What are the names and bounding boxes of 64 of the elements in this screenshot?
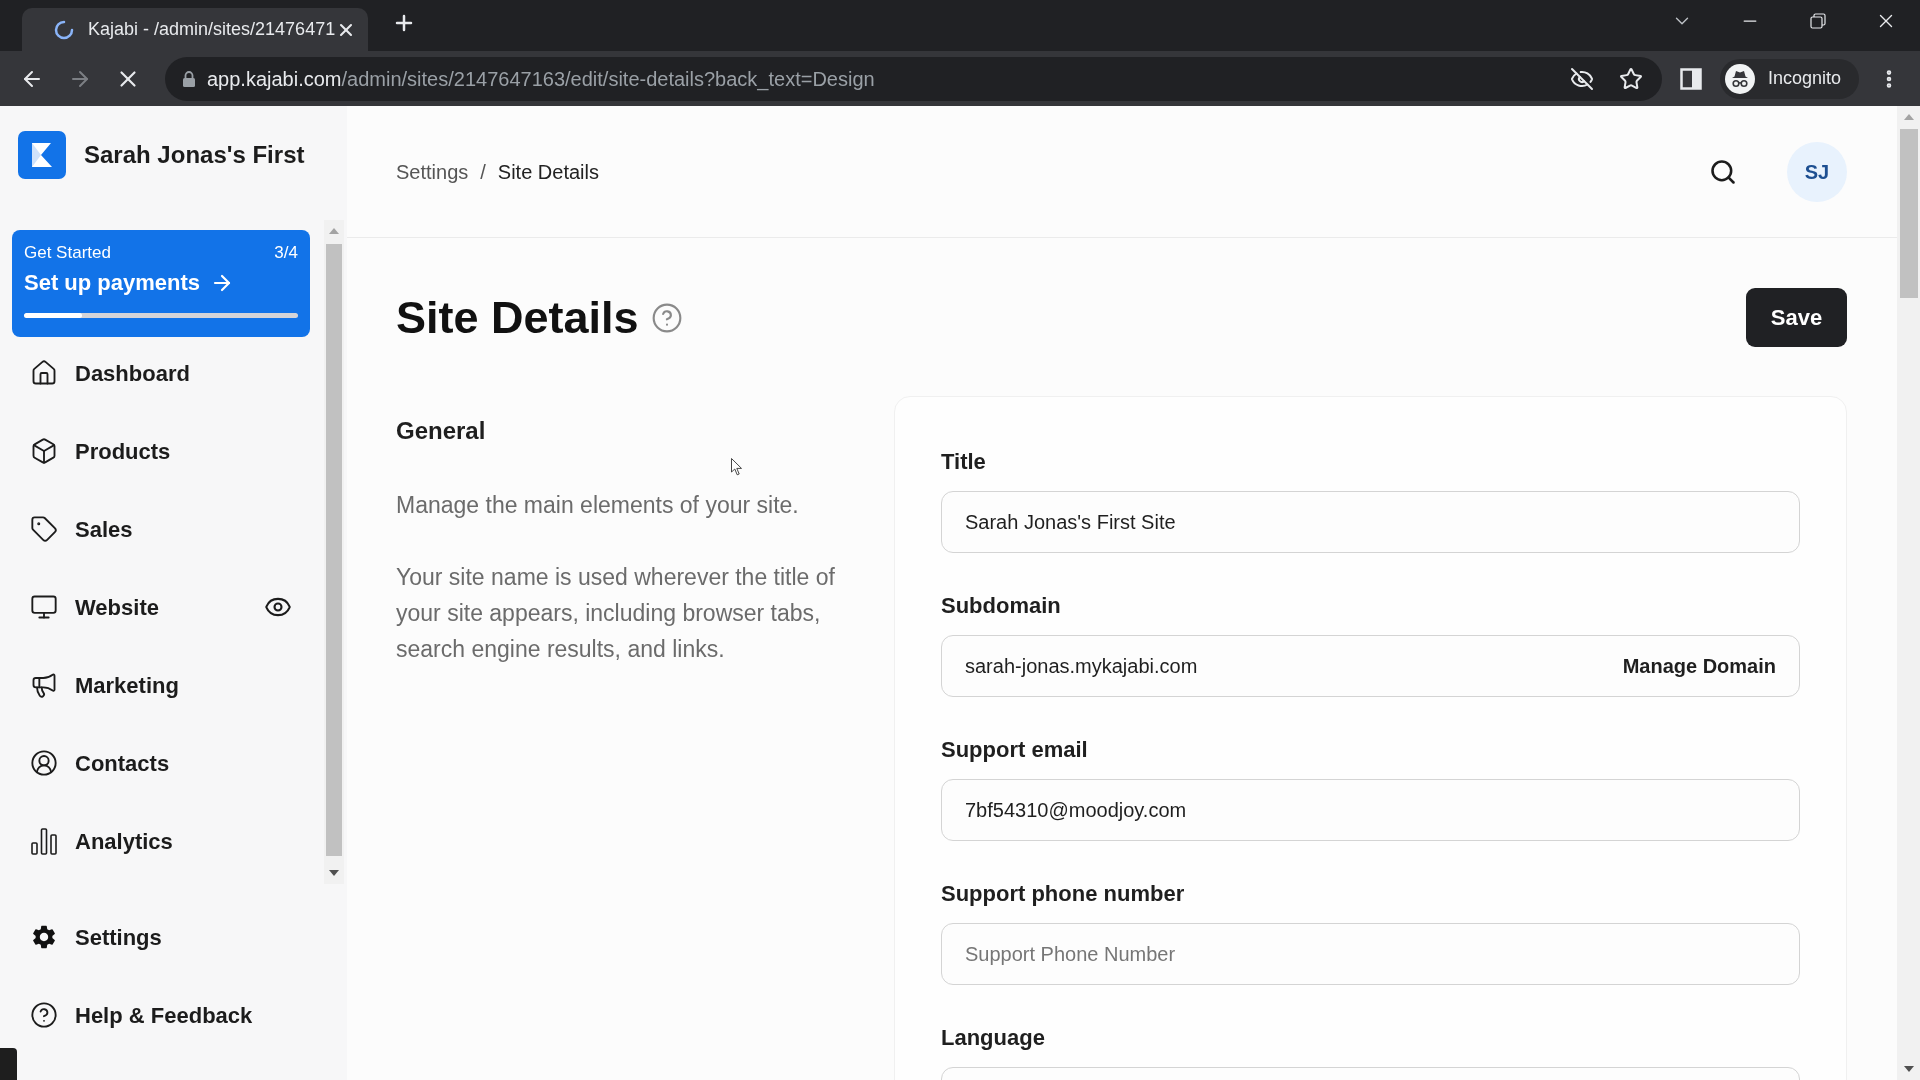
url-text: app.kajabi.com/admin/sites/2147647163/edit/site-details?back_text=Design <box>207 66 875 93</box>
restore-window-icon[interactable] <box>1810 13 1826 29</box>
sidebar-item[interactable]: Analytics <box>30 816 250 866</box>
help-icon <box>30 1001 58 1029</box>
field-label: Subdomain <box>941 592 1062 620</box>
search-icon[interactable] <box>1709 157 1737 186</box>
box-icon <box>30 437 58 465</box>
scrollbar[interactable] <box>324 220 344 884</box>
next-step-text: Set up payments <box>24 269 201 297</box>
breadcrumb-current: Site Details <box>497 159 599 185</box>
sidebar-item[interactable]: Sales <box>30 504 250 554</box>
address-bar[interactable]: app.kajabi.com/admin/sites/2147647163/edit/site-details?back_text=Design <box>165 56 1662 101</box>
avatar[interactable]: SJ <box>1787 141 1847 202</box>
manage-domain-button[interactable]: Manage Domain <box>1616 647 1782 685</box>
field-label: Title <box>941 448 987 476</box>
input-field[interactable]: Sarah Jonas's First Site <box>941 491 1800 553</box>
section-description: Your site name is used wherever the title of your site appears, including browser tabs, search engine results, and links. <box>396 563 836 664</box>
scroll-down-icon[interactable] <box>329 870 339 876</box>
bar-chart-icon <box>30 827 58 855</box>
sidebar-item[interactable]: Marketing <box>30 660 250 710</box>
field-label: Support phone number <box>941 880 1186 908</box>
input-field[interactable]: Support Phone Number <box>941 923 1800 985</box>
scrollbar-thumb[interactable] <box>326 244 342 856</box>
save-button[interactable]: Save <box>1746 288 1847 347</box>
profile-button[interactable]: Incognito <box>1720 58 1859 99</box>
tab-title: Kajabi - /admin/sites/21476471 <box>88 18 336 41</box>
star-icon[interactable] <box>1619 66 1643 91</box>
get-started-label: Get Started <box>24 243 111 263</box>
eye-off-icon[interactable] <box>1570 66 1594 91</box>
sidebar-item[interactable]: Settings <box>30 912 290 962</box>
browser-tab[interactable]: Kajabi - /admin/sites/21476471 <box>22 8 368 51</box>
corner-block <box>0 1048 17 1080</box>
field-label: Support email <box>941 736 1089 764</box>
scrollbar[interactable] <box>1897 106 1920 1080</box>
sidebar-item[interactable]: Dashboard <box>30 348 250 398</box>
field-label: Language <box>941 1024 1046 1052</box>
sidebar-item[interactable]: Products <box>30 426 250 476</box>
sidebar-item[interactable]: Help & Feedback <box>30 990 290 1040</box>
monitor-icon <box>30 593 58 621</box>
sidebar-item[interactable]: Website <box>30 582 250 632</box>
tag-icon <box>30 515 58 543</box>
scroll-down-icon[interactable] <box>1903 1066 1914 1072</box>
page-title: Site Details <box>396 290 639 345</box>
input-field[interactable]: 7bf54310@moodjoy.com <box>941 779 1800 841</box>
mouse-pointer-icon <box>731 458 743 476</box>
progress-count: 3/4 <box>274 243 298 263</box>
user-circle-icon <box>30 749 58 777</box>
sidebar-item[interactable]: Contacts <box>30 738 250 788</box>
lock-icon <box>182 70 196 87</box>
profile-label: Incognito <box>1768 67 1842 90</box>
breadcrumb-separator: / <box>480 159 486 185</box>
logo-icon[interactable] <box>18 131 66 179</box>
site-name: Sarah Jonas's First <box>84 140 305 170</box>
get-started-card[interactable]: Get Started 3/4 Set up payments <box>12 230 310 337</box>
breadcrumb-link[interactable]: Settings <box>396 156 469 187</box>
help-icon[interactable] <box>650 301 683 334</box>
side-panel-icon[interactable] <box>1680 67 1702 90</box>
gear-icon <box>30 923 58 951</box>
megaphone-icon <box>30 671 58 699</box>
house-icon <box>30 359 58 387</box>
section-title: General <box>396 416 487 446</box>
section-description: Manage the main elements of your site. <box>396 491 800 520</box>
incognito-icon <box>1725 63 1755 94</box>
scrollbar-thumb[interactable] <box>1899 129 1918 298</box>
